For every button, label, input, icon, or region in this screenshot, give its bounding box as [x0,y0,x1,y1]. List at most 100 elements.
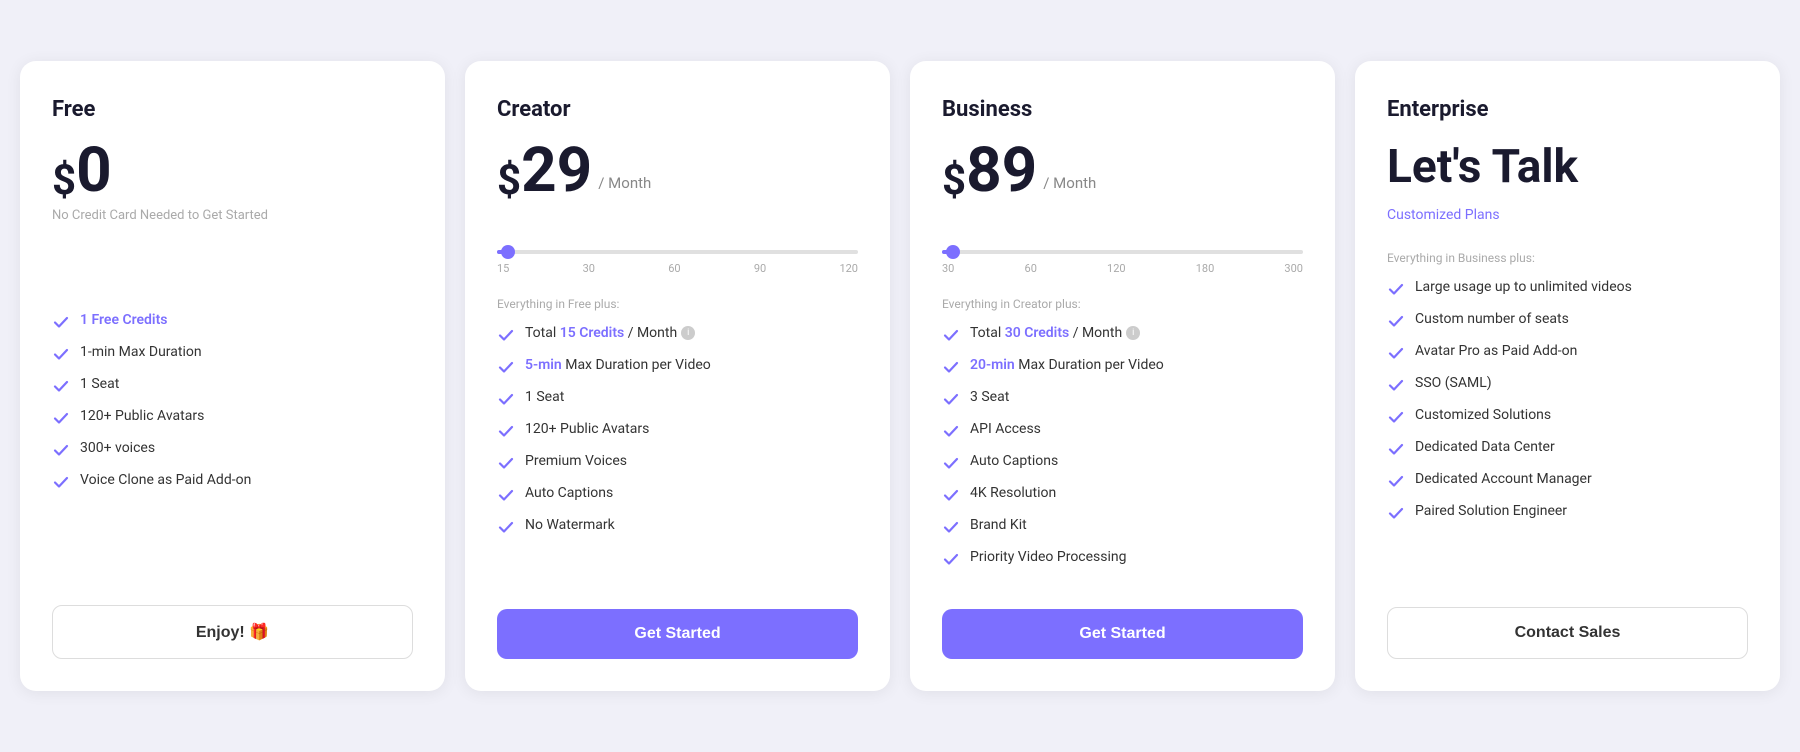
price-amount: 29 [521,140,592,202]
cta-button-enterprise[interactable]: Contact Sales [1387,607,1748,659]
feature-item: 1 Seat [52,376,413,395]
slider-label: 30 [942,262,954,275]
check-icon [52,345,70,363]
check-icon [942,422,960,440]
feature-text: 120+ Public Avatars [80,408,204,424]
cta-button-business[interactable]: Get Started [942,609,1303,659]
check-icon [1387,312,1405,330]
check-icon [942,518,960,536]
plan-title-enterprise: Enterprise [1387,97,1748,122]
slider-label: 60 [668,262,680,275]
info-icon[interactable]: i [1126,326,1140,340]
pricing-container: Free $ 0 No Credit Card Needed to Get St… [20,61,1780,691]
feature-item: 120+ Public Avatars [52,408,413,427]
feature-text: 1 Seat [80,376,119,392]
slider-thumb [946,245,960,259]
cta-button-free[interactable]: Enjoy! 🎁 [52,605,413,659]
price-note [497,208,858,226]
feature-text: 300+ voices [80,440,155,456]
feature-item: Total 30 Credits / Monthi [942,325,1303,344]
feature-item: 300+ voices [52,440,413,459]
check-icon [1387,440,1405,458]
feature-text: 1-min Max Duration [80,344,202,360]
feature-item: 5-min Max Duration per Video [497,357,858,376]
feature-text: SSO (SAML) [1415,375,1492,391]
check-icon [52,473,70,491]
price-note [942,208,1303,226]
feature-item: Custom number of seats [1387,311,1748,330]
check-icon [1387,504,1405,522]
feature-item: 4K Resolution [942,485,1303,504]
enterprise-heading: Let's Talk [1387,140,1748,195]
feature-text: Total 30 Credits / Monthi [970,325,1140,341]
enterprise-subtitle: Customized Plans [1387,207,1748,223]
feature-text: Customized Solutions [1415,407,1551,423]
check-icon [1387,344,1405,362]
check-icon [52,313,70,331]
plan-title-free: Free [52,97,413,122]
feature-text: Voice Clone as Paid Add-on [80,472,251,488]
price-amount: 89 [966,140,1037,202]
feature-item: 20-min Max Duration per Video [942,357,1303,376]
check-icon [942,486,960,504]
feature-list-creator: Total 15 Credits / Monthi 5-min Max Dura… [497,325,858,581]
price-period: / Month [1043,174,1096,192]
feature-item: Customized Solutions [1387,407,1748,426]
plan-card-enterprise: EnterpriseLet's TalkCustomized PlansEver… [1355,61,1780,691]
price-dollar: $ [497,160,521,202]
feature-item: Brand Kit [942,517,1303,536]
plan-card-free: Free $ 0 No Credit Card Needed to Get St… [20,61,445,691]
feature-text: 3 Seat [970,389,1009,405]
feature-text: Custom number of seats [1415,311,1569,327]
feature-item: Paired Solution Engineer [1387,503,1748,522]
cta-button-creator[interactable]: Get Started [497,609,858,659]
feature-item: No Watermark [497,517,858,536]
feature-item: Priority Video Processing [942,549,1303,568]
feature-item: Dedicated Data Center [1387,439,1748,458]
feature-item: 120+ Public Avatars [497,421,858,440]
feature-text: Paired Solution Engineer [1415,503,1567,519]
check-icon [497,454,515,472]
check-icon [942,550,960,568]
feature-item: API Access [942,421,1303,440]
feature-text: 4K Resolution [970,485,1056,501]
feature-text: 1 Free Credits [80,312,167,328]
feature-list-free: 1 Free Credits 1-min Max Duration 1 Seat… [52,312,413,577]
feature-text: Dedicated Account Manager [1415,471,1592,487]
slider-labels: 3060120180300 [942,262,1303,275]
check-icon [1387,408,1405,426]
price-note: No Credit Card Needed to Get Started [52,208,413,226]
credits-slider-creator[interactable]: 15 30 60 90 120 [497,250,858,275]
feature-text: Avatar Pro as Paid Add-on [1415,343,1577,359]
slider-label: 120 [839,262,858,275]
check-icon [942,390,960,408]
feature-text: Priority Video Processing [970,549,1127,565]
feature-item: Auto Captions [942,453,1303,472]
check-icon [52,377,70,395]
slider-label: 60 [1025,262,1037,275]
feature-text: Premium Voices [525,453,627,469]
slider-label: 90 [754,262,766,275]
feature-text: Dedicated Data Center [1415,439,1555,455]
feature-item: SSO (SAML) [1387,375,1748,394]
feature-item: Dedicated Account Manager [1387,471,1748,490]
check-icon [497,390,515,408]
slider-label: 30 [583,262,595,275]
feature-text: 120+ Public Avatars [525,421,649,437]
check-icon [52,441,70,459]
feature-item: 1 Seat [497,389,858,408]
price-period: / Month [598,174,651,192]
feature-text: 1 Seat [525,389,564,405]
feature-item: Large usage up to unlimited videos [1387,279,1748,298]
plan-card-business: Business $ 89 / Month 3060120180300 Ever… [910,61,1335,691]
feature-item: 1 Free Credits [52,312,413,331]
check-icon [52,409,70,427]
credits-slider-business[interactable]: 3060120180300 [942,250,1303,275]
info-icon[interactable]: i [681,326,695,340]
feature-text: API Access [970,421,1041,437]
slider-label: 15 [497,262,509,275]
feature-item: Total 15 Credits / Monthi [497,325,858,344]
section-label-creator: Everything in Free plus: [497,297,858,311]
feature-text: 5-min Max Duration per Video [525,357,711,373]
check-icon [1387,376,1405,394]
